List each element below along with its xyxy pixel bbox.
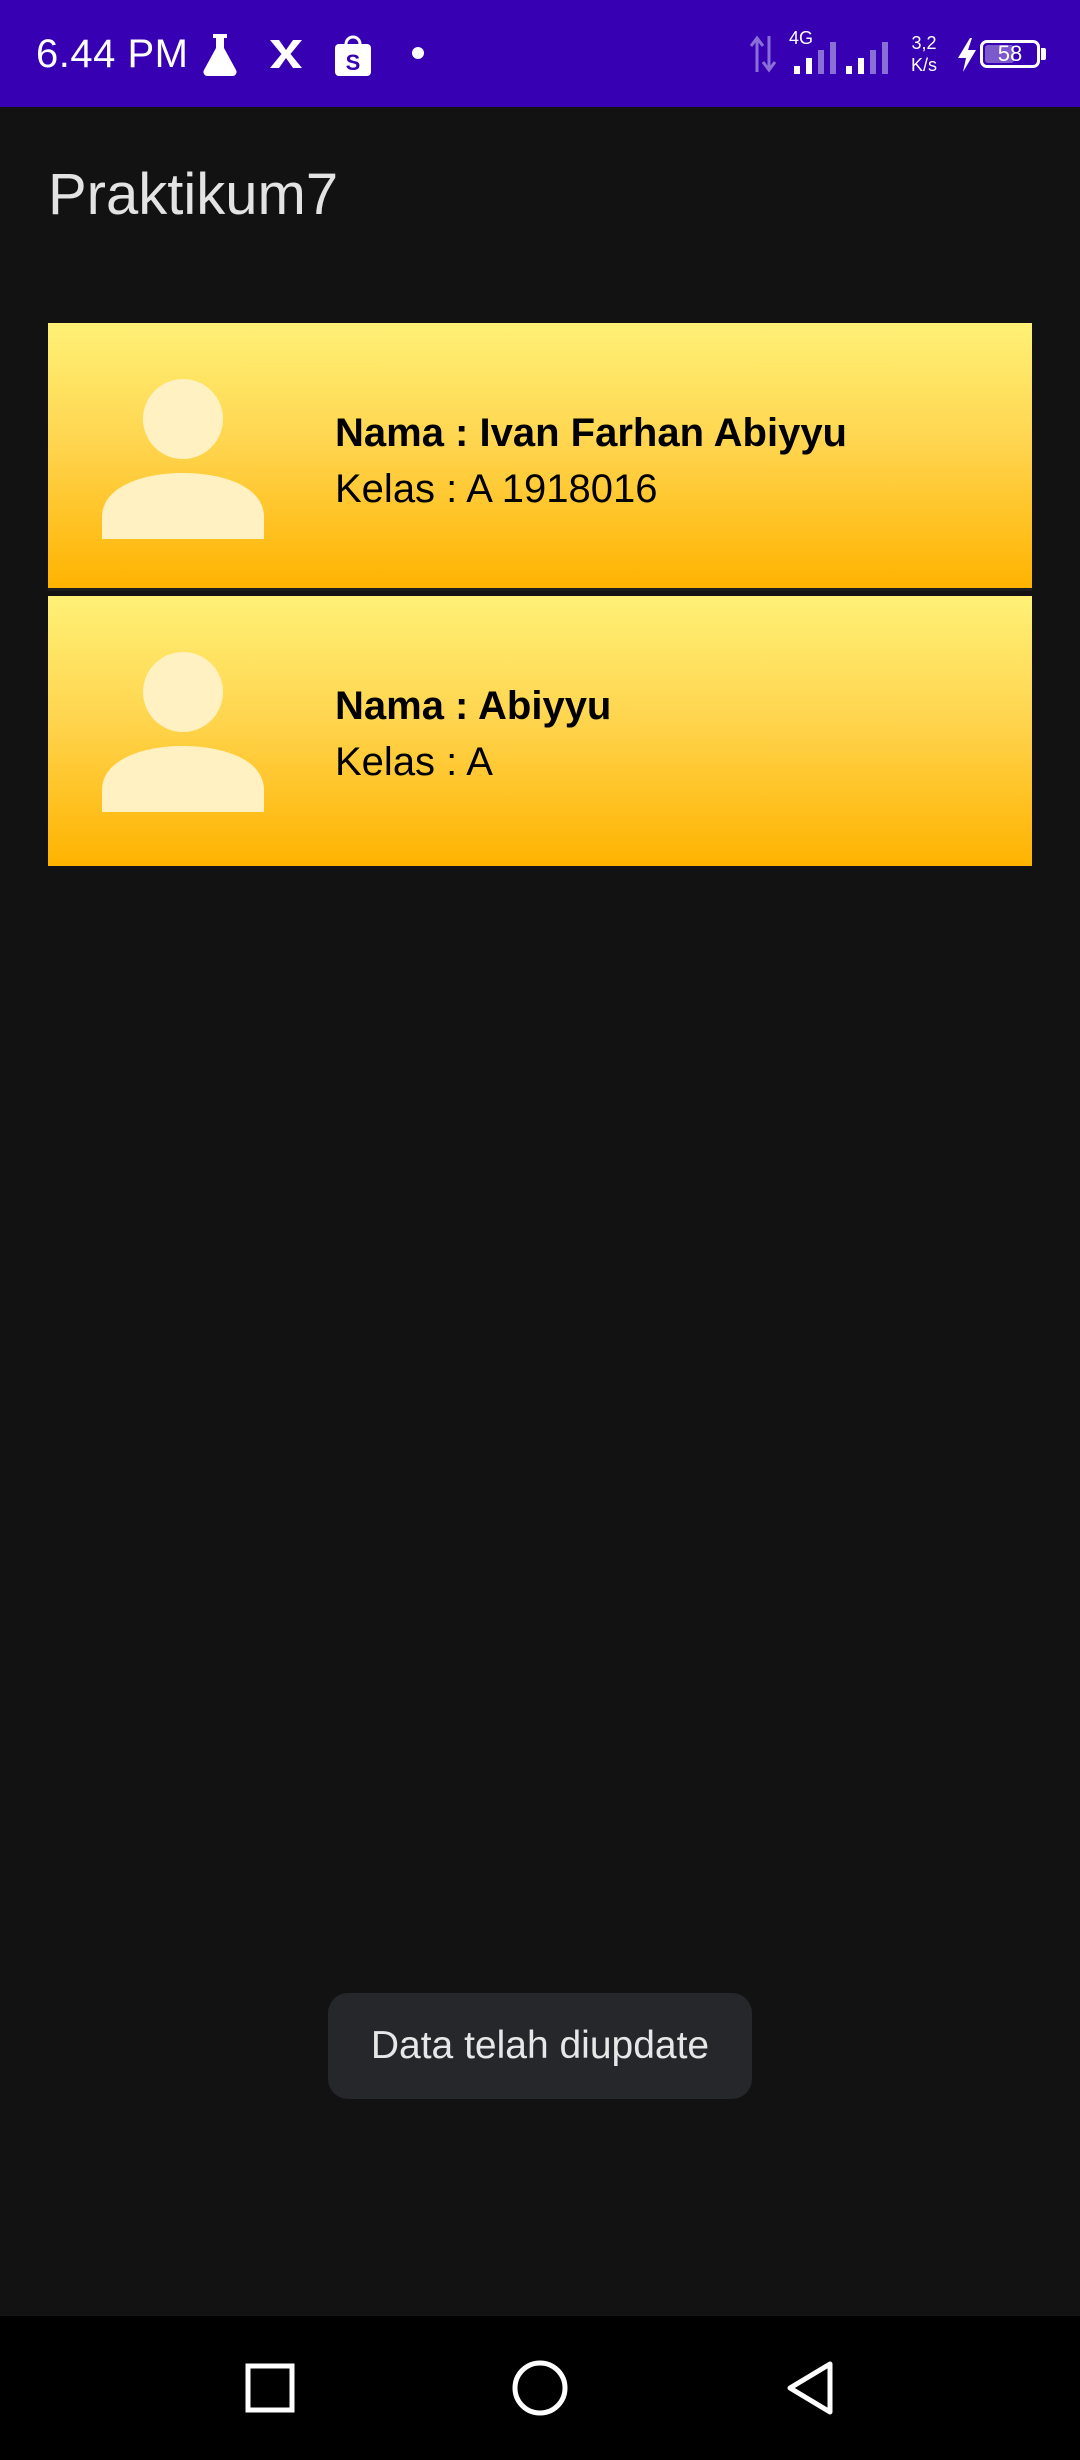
toast-message: Data telah diupdate (328, 1993, 752, 2099)
net-speed-value: 3,2 (911, 33, 937, 53)
card-text: Nama : Abiyyu Kelas : A (335, 678, 611, 790)
lab-flask-icon (203, 34, 237, 77)
dot-icon (412, 47, 424, 59)
card-text: Nama : Ivan Farhan Abiyyu Kelas : A 1918… (335, 405, 847, 517)
home-circle-icon[interactable] (502, 2350, 578, 2426)
svg-text:S: S (346, 50, 361, 75)
back-triangle-icon[interactable] (772, 2350, 848, 2426)
status-time: 6.44 PM (36, 32, 189, 76)
charging-bolt-icon (958, 38, 976, 72)
student-class: Kelas : A 1918016 (335, 467, 658, 511)
person-avatar-icon (102, 652, 264, 812)
student-name: Nama : Ivan Farhan Abiyyu (335, 411, 847, 455)
signal-icon (846, 42, 888, 74)
x-icon (270, 40, 302, 68)
data-arrows-icon (749, 35, 777, 73)
student-name: Nama : Abiyyu (335, 684, 612, 728)
student-class: Kelas : A (335, 740, 493, 784)
student-list: Nama : Ivan Farhan Abiyyu Kelas : A 1918… (48, 323, 1032, 866)
student-card[interactable]: Nama : Abiyyu Kelas : A (48, 596, 1032, 866)
person-avatar-icon (102, 379, 264, 539)
battery-level-text: 58 (997, 41, 1023, 66)
recents-square-icon[interactable] (232, 2350, 308, 2426)
navigation-bar (0, 2316, 1080, 2460)
net-speed: 3,2 K/s (900, 32, 948, 76)
battery-icon: 58 (980, 40, 1040, 68)
student-card[interactable]: Nama : Ivan Farhan Abiyyu Kelas : A 1918… (48, 323, 1032, 591)
shopping-bag-icon: S (335, 35, 371, 76)
battery-cap (1041, 48, 1046, 60)
page-title: Praktikum7 (48, 162, 339, 227)
screen: 6.44 PM S 4G 3,2 K/s 58 Praktikum7 Nama … (0, 0, 1080, 2460)
net-speed-unit: K/s (910, 55, 937, 75)
status-bar: 6.44 PM S 4G 3,2 K/s 58 (0, 0, 1080, 107)
